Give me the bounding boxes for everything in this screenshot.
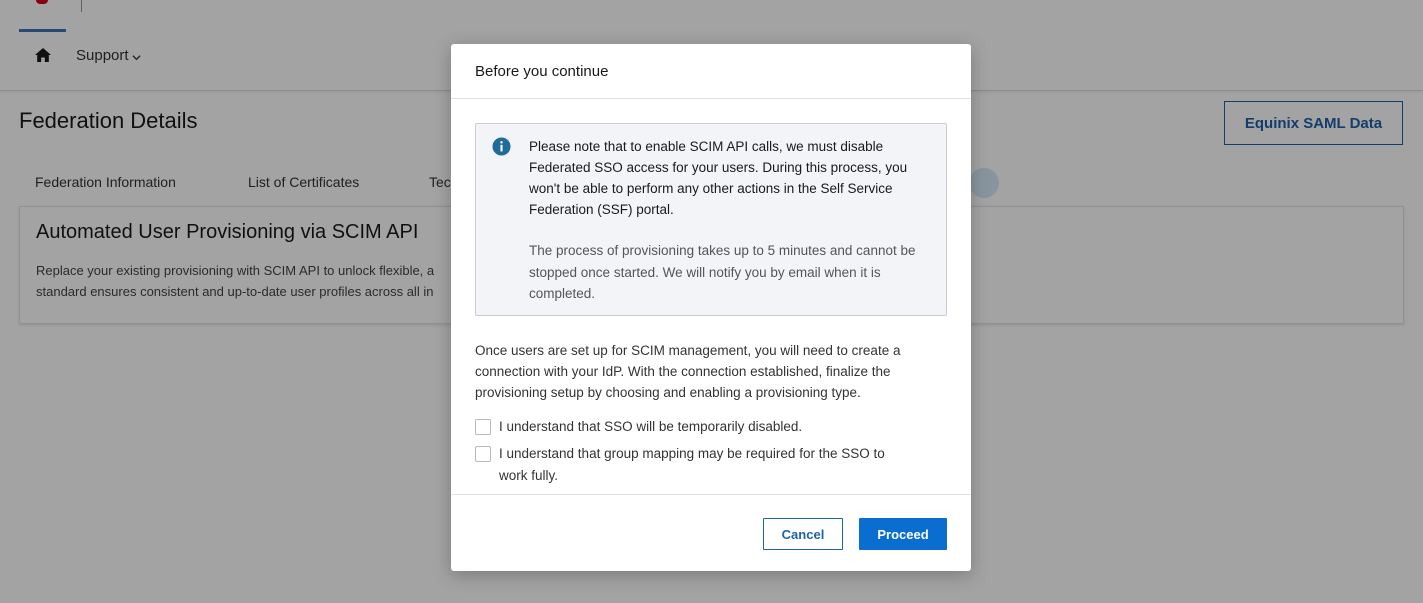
info-icon: [492, 137, 511, 156]
dialog-footer: Cancel Proceed: [451, 494, 971, 571]
group-mapping-checkbox[interactable]: [475, 446, 491, 462]
info-notice: Please note that to enable SCIM API call…: [475, 123, 947, 316]
dialog-title: Before you continue: [475, 63, 609, 80]
group-mapping-checkbox-row[interactable]: I understand that group mapping may be r…: [475, 444, 909, 487]
confirmation-dialog: Before you continue Please note that to …: [451, 44, 971, 571]
group-mapping-checkbox-label[interactable]: I understand that group mapping may be r…: [499, 443, 909, 487]
sso-disabled-checkbox-row[interactable]: I understand that SSO will be temporaril…: [475, 417, 919, 438]
dialog-body-text: Once users are set up for SCIM managemen…: [475, 343, 901, 400]
sso-disabled-checkbox[interactable]: [475, 419, 491, 435]
cancel-button[interactable]: Cancel: [763, 518, 843, 550]
notice-secondary-text: The process of provisioning takes up to …: [529, 243, 916, 301]
dialog-header: Before you continue: [451, 44, 971, 99]
proceed-button[interactable]: Proceed: [859, 518, 947, 550]
sso-disabled-checkbox-label[interactable]: I understand that SSO will be temporaril…: [499, 416, 919, 438]
notice-primary-text: Please note that to enable SCIM API call…: [529, 139, 908, 217]
